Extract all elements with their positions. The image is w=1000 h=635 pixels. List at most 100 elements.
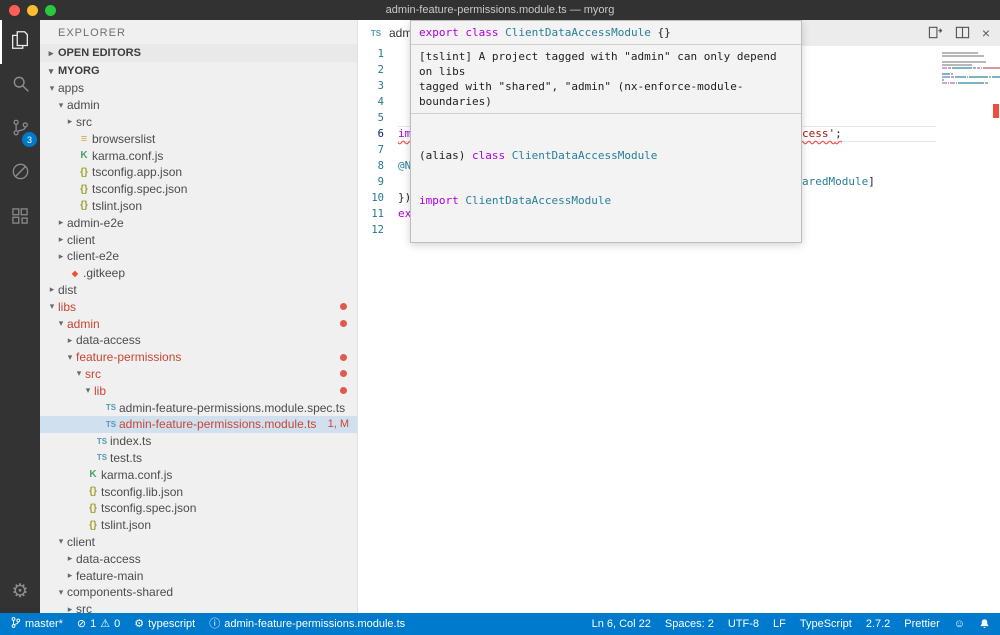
minimap-line <box>942 55 990 57</box>
error-overview-marker <box>993 104 999 118</box>
tree-item-test.ts[interactable]: TStest.ts <box>40 450 357 467</box>
tree-item-admin-feature-permissions.module.spec.ts[interactable]: TSadmin-feature-permissions.module.spec.… <box>40 399 357 416</box>
tree-item-data-access[interactable]: ▸data-access <box>40 332 357 349</box>
chevron-down-icon: ▾ <box>55 536 67 547</box>
chevron-right-icon: ▸ <box>64 570 76 581</box>
file-info-label: admin-feature-permissions.module.ts <box>224 618 405 630</box>
ts-file-icon: TS <box>103 420 119 429</box>
tree-item-tslint.json[interactable]: {}tslint.json <box>40 517 357 534</box>
modified-dot <box>340 370 347 377</box>
tree-item-label: karma.conf.js <box>92 149 163 163</box>
tree-item-label: admin <box>67 98 100 112</box>
activitybar-source-control[interactable]: 3 <box>0 108 40 152</box>
open-changes-icon[interactable] <box>928 25 943 40</box>
json-file-icon: {} <box>85 503 101 514</box>
cursor-position-status[interactable]: Ln 6, Col 22 <box>592 618 651 630</box>
tree-item-tsconfig.spec.json[interactable]: {}tsconfig.spec.json <box>40 500 357 517</box>
problems-status[interactable]: ⊘ 1 ⚠ 0 <box>77 618 120 630</box>
formatter-status[interactable]: Prettier <box>904 618 939 630</box>
tree-item-client[interactable]: ▾client <box>40 534 357 551</box>
tree-item-label: data-access <box>76 552 141 566</box>
json-file-icon: {} <box>76 184 92 195</box>
tree-item-components-shared[interactable]: ▾components-shared <box>40 584 357 601</box>
line-number: 12 <box>358 222 398 238</box>
tree-item-lib[interactable]: ▾lib <box>40 382 357 399</box>
chevron-down-icon: ▾ <box>44 66 58 77</box>
tree-item-karma.conf.js[interactable]: Kkarma.conf.js <box>40 466 357 483</box>
tree-item-admin[interactable]: ▾admin <box>40 97 357 114</box>
json-file-icon: {} <box>76 200 92 211</box>
json-file-icon: {} <box>85 486 101 497</box>
close-icon[interactable]: × <box>982 26 990 40</box>
tree-item-src[interactable]: ▸src <box>40 114 357 131</box>
modified-dot <box>340 354 347 361</box>
workspace-root-header[interactable]: ▾ MYORG <box>40 62 357 80</box>
split-editor-icon[interactable] <box>955 25 970 40</box>
tree-item-feature-main[interactable]: ▸feature-main <box>40 567 357 584</box>
tree-item-index.ts[interactable]: TSindex.ts <box>40 433 357 450</box>
tree-item-label: admin-feature-permissions.module.ts <box>119 417 316 431</box>
tree-item-libs[interactable]: ▾libs <box>40 298 357 315</box>
line-number: 10 <box>358 190 398 206</box>
code-token: ClientDataAccessModule <box>512 149 658 162</box>
hover-tooltip: export class ClientDataAccessModule {} [… <box>410 20 802 243</box>
git-file-icon: ◆ <box>67 269 83 278</box>
feedback-smiley-icon[interactable]: ☺ <box>954 618 965 630</box>
tree-item-admin[interactable]: ▾admin <box>40 315 357 332</box>
tree-item-browserslist[interactable]: ≡browserslist <box>40 130 357 147</box>
activitybar-debug[interactable] <box>0 152 40 196</box>
chevron-down-icon: ▾ <box>82 385 94 396</box>
tree-item-admin-feature-permissions.module.ts[interactable]: TSadmin-feature-permissions.module.ts1, … <box>40 416 357 433</box>
tree-item-karma.conf.js[interactable]: Kkarma.conf.js <box>40 147 357 164</box>
chevron-down-icon: ▾ <box>46 301 58 312</box>
file-info-status[interactable]: ⓘ admin-feature-permissions.module.ts <box>209 618 405 630</box>
tslint-status[interactable]: ⚙ typescript <box>134 618 195 630</box>
eol-status[interactable]: LF <box>773 618 786 630</box>
tree-item-tslint.json[interactable]: {}tslint.json <box>40 198 357 215</box>
chevron-down-icon: ▾ <box>55 100 67 111</box>
tree-item-data-access[interactable]: ▸data-access <box>40 550 357 567</box>
tree-item-tsconfig.lib.json[interactable]: {}tsconfig.lib.json <box>40 483 357 500</box>
minimap-line <box>942 61 990 63</box>
tree-item-client-e2e[interactable]: ▸client-e2e <box>40 248 357 265</box>
language-mode-status[interactable]: TypeScript <box>800 618 852 630</box>
activitybar-extensions[interactable] <box>0 196 40 240</box>
tree-item-label: .gitkeep <box>83 266 125 280</box>
tree-item-client[interactable]: ▸client <box>40 231 357 248</box>
encoding-status[interactable]: UTF-8 <box>728 618 759 630</box>
chevron-right-icon: ▸ <box>64 335 76 346</box>
branch-name: master* <box>25 618 63 630</box>
ts-file-icon: TS <box>94 453 110 462</box>
lint-message-line: tagged with "shared", "admin" (nx-enforc… <box>419 79 793 109</box>
tree-item-src[interactable]: ▾src <box>40 366 357 383</box>
tree-item-apps[interactable]: ▾apps <box>40 80 357 97</box>
minimap-line <box>942 79 990 81</box>
activitybar-explorer[interactable] <box>0 20 40 64</box>
activitybar-search[interactable] <box>0 64 40 108</box>
tree-item-.gitkeep[interactable]: ◆.gitkeep <box>40 265 357 282</box>
tree-item-src[interactable]: ▸src <box>40 601 357 613</box>
tree-item-admin-e2e[interactable]: ▸admin-e2e <box>40 214 357 231</box>
chevron-right-icon: ▸ <box>46 284 58 295</box>
window-minimize-button[interactable] <box>27 5 38 16</box>
notifications-bell-icon[interactable] <box>979 618 990 630</box>
tree-item-tsconfig.spec.json[interactable]: {}tsconfig.spec.json <box>40 181 357 198</box>
tree-item-dist[interactable]: ▸dist <box>40 282 357 299</box>
minimap-line <box>942 82 990 84</box>
tree-item-label: tsconfig.lib.json <box>101 485 183 499</box>
indentation-status[interactable]: Spaces: 2 <box>665 618 714 630</box>
explorer-icon <box>9 29 31 56</box>
tree-item-label: browserslist <box>92 132 155 146</box>
minimap[interactable] <box>942 52 990 88</box>
line-number: 3 <box>358 78 398 94</box>
activitybar-settings[interactable]: ⚙ <box>0 569 40 613</box>
code-token: class <box>465 26 498 39</box>
tree-item-tsconfig.app.json[interactable]: {}tsconfig.app.json <box>40 164 357 181</box>
tree-item-feature-permissions[interactable]: ▾feature-permissions <box>40 349 357 366</box>
open-editors-header[interactable]: ▸ OPEN EDITORS <box>40 44 357 62</box>
window-close-button[interactable] <box>9 5 20 16</box>
git-branch-status[interactable]: master* <box>10 616 63 632</box>
ts-version-status[interactable]: 2.7.2 <box>866 618 890 630</box>
window-zoom-button[interactable] <box>45 5 56 16</box>
status-bar: master* ⊘ 1 ⚠ 0 ⚙ typescript ⓘ admin-fea… <box>0 613 1000 635</box>
